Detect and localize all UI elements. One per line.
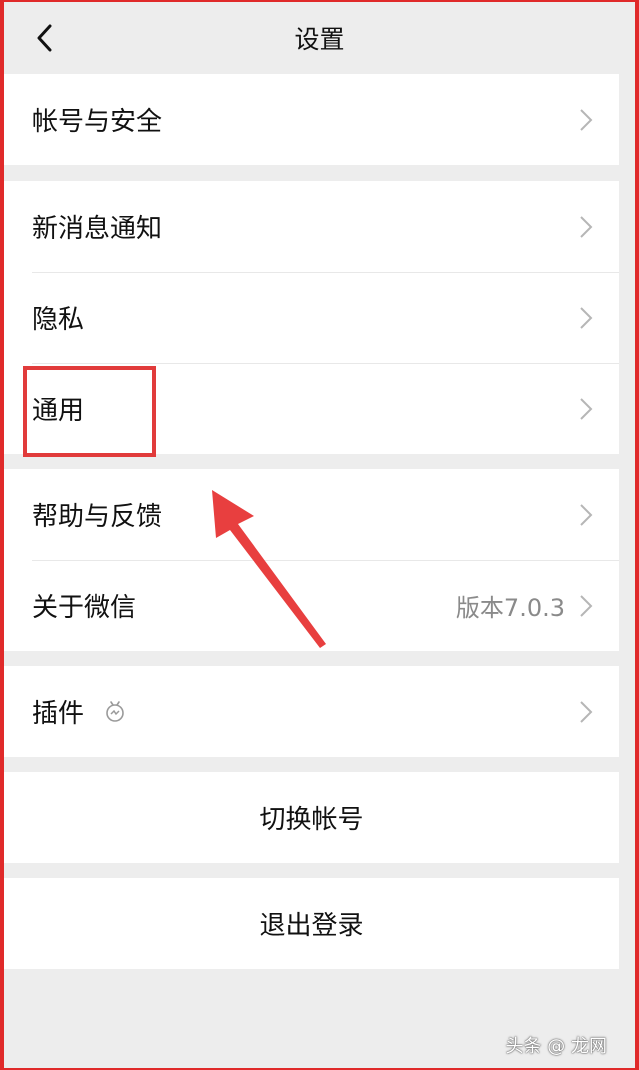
switch-account-button[interactable]: 切换帐号: [4, 772, 619, 863]
settings-item-account-security[interactable]: 帐号与安全: [4, 74, 619, 165]
chevron-right-icon: [580, 306, 593, 329]
settings-group-account: 帐号与安全: [4, 74, 619, 165]
settings-item-label: 帐号与安全: [32, 107, 163, 137]
settings-group-help: 帮助与反馈 关于微信 版本7.0.3: [4, 469, 619, 651]
settings-item-notifications[interactable]: 新消息通知: [4, 181, 619, 272]
chevron-right-icon: [580, 108, 593, 131]
settings-item-label: 关于微信: [32, 593, 137, 623]
version-value: 版本7.0.3: [455, 594, 565, 622]
chevron-right-icon: [580, 503, 593, 526]
settings-item-help-feedback[interactable]: 帮助与反馈: [4, 469, 619, 560]
settings-item-label: 新消息通知: [32, 214, 163, 244]
settings-item-label: 隐私: [32, 305, 85, 335]
logout-button[interactable]: 退出登录: [4, 878, 619, 969]
chevron-right-icon: [580, 397, 593, 420]
watermark: 头条 @ 龙网: [505, 1036, 607, 1057]
settings-item-plugins[interactable]: 插件: [4, 666, 619, 757]
logout-label: 退出登录: [259, 911, 364, 941]
settings-item-label: 插件: [32, 699, 85, 729]
plugin-icon: [106, 700, 124, 722]
switch-account-label: 切换帐号: [259, 805, 364, 835]
chevron-right-icon: [580, 215, 593, 238]
chevron-right-icon: [580, 700, 593, 723]
logout-group: 退出登录: [4, 878, 619, 969]
settings-item-label: 通用: [32, 396, 85, 426]
chevron-right-icon: [580, 594, 593, 617]
settings-item-privacy[interactable]: 隐私: [4, 272, 619, 363]
settings-item-general[interactable]: 通用: [4, 363, 619, 454]
nav-bar: 设置: [4, 2, 635, 74]
settings-item-label: 帮助与反馈: [32, 502, 163, 532]
page-title: 设置: [294, 25, 345, 54]
settings-group-plugins: 插件: [4, 666, 619, 757]
switch-account-group: 切换帐号: [4, 772, 619, 863]
screen-frame: 设置 帐号与安全 新消息通知 隐私 通用 帮助与反馈 关于微信 版本7.0.3 …: [0, 0, 639, 1070]
settings-group-general: 新消息通知 隐私 通用: [4, 181, 619, 454]
settings-item-about[interactable]: 关于微信 版本7.0.3: [4, 560, 619, 651]
